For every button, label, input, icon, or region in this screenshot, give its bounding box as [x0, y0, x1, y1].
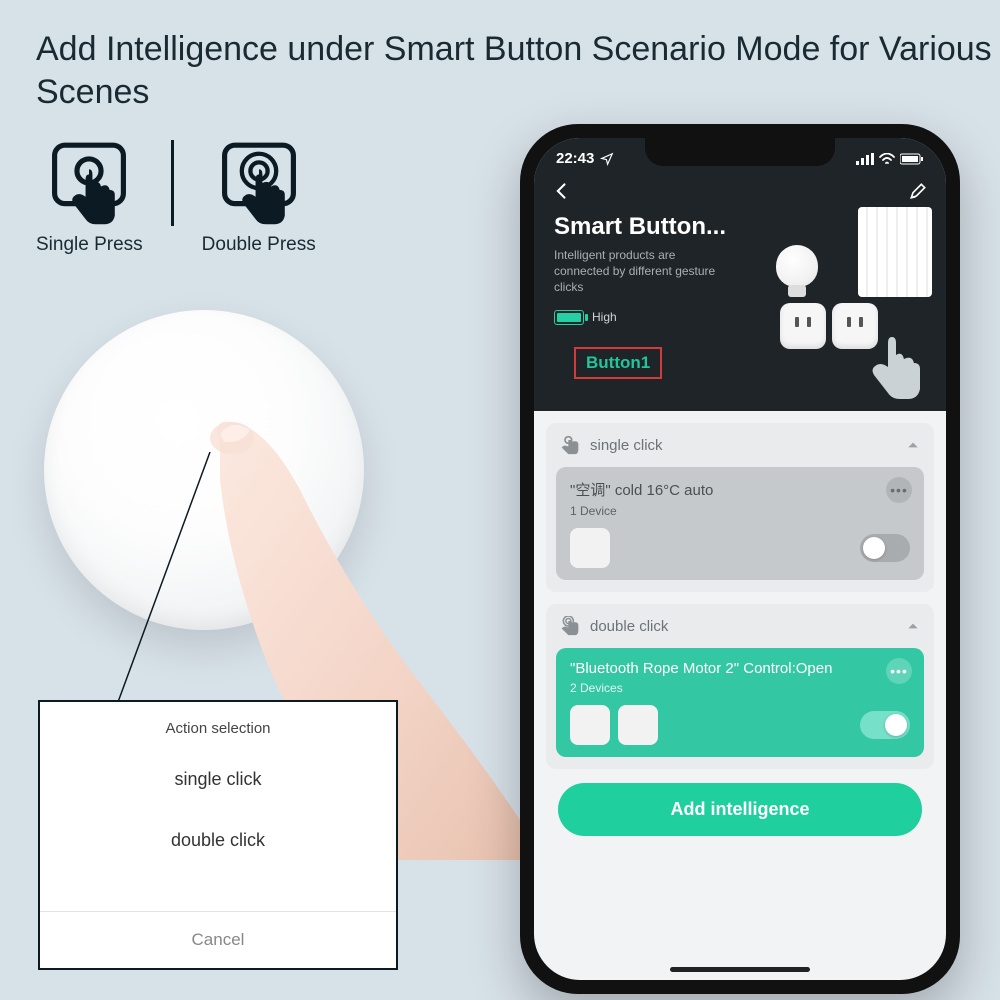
- smart-button-device: [44, 310, 364, 630]
- actions-list: single click ••• "空调" cold 16°C auto 1 D…: [534, 423, 946, 836]
- single-click-label: single click: [590, 437, 663, 454]
- single-click-section: single click ••• "空调" cold 16°C auto 1 D…: [546, 423, 934, 592]
- phone-notch: [645, 138, 835, 166]
- collapse-icon: [906, 438, 920, 452]
- edit-icon[interactable]: [908, 181, 928, 201]
- status-time: 22:43: [556, 150, 594, 167]
- card-title: "Bluetooth Rope Motor 2" Control:Open: [570, 660, 910, 677]
- device-thumb: [618, 705, 658, 745]
- phone-frame: 22:43 Smart Button... Intelligent produc…: [520, 124, 960, 994]
- hero-graphics: [732, 211, 932, 401]
- double-press-col: Double Press: [202, 140, 316, 256]
- popup-option-double[interactable]: double click: [40, 810, 396, 871]
- device-thumb: [570, 705, 610, 745]
- single-click-header[interactable]: single click: [546, 423, 934, 467]
- card-subtitle: 2 Devices: [570, 681, 910, 695]
- phone-screen: 22:43 Smart Button... Intelligent produc…: [534, 138, 946, 980]
- press-divider: [171, 140, 174, 226]
- curtain-illustration: [858, 207, 932, 297]
- double-press-label: Double Press: [202, 234, 316, 256]
- back-icon[interactable]: [552, 181, 572, 201]
- location-icon: [600, 152, 614, 166]
- double-click-section: double click ••• "Bluetooth Rope Motor 2…: [546, 604, 934, 769]
- wifi-icon: [879, 153, 895, 165]
- press-icons-row: Single Press Double Press: [36, 140, 316, 256]
- card-subtitle: 1 Device: [570, 504, 910, 518]
- double-click-card[interactable]: ••• "Bluetooth Rope Motor 2" Control:Ope…: [556, 648, 924, 757]
- single-press-col: Single Press: [36, 140, 143, 256]
- single-click-card[interactable]: ••• "空调" cold 16°C auto 1 Device: [556, 467, 924, 580]
- app-header-panel: 22:43 Smart Button... Intelligent produc…: [534, 138, 946, 411]
- battery-status-icon: [900, 153, 924, 165]
- double-press-icon: [216, 140, 302, 226]
- more-icon[interactable]: •••: [886, 477, 912, 503]
- double-click-label: double click: [590, 618, 668, 635]
- button1-tab[interactable]: Button1: [574, 347, 662, 379]
- double-click-header[interactable]: double click: [546, 604, 934, 648]
- popup-title: Action selection: [40, 702, 396, 749]
- tap-icon: [560, 435, 580, 455]
- plug-illustration: [780, 303, 826, 349]
- app-subtitle: Intelligent products are connected by di…: [554, 247, 724, 296]
- double-click-toggle[interactable]: [860, 711, 910, 739]
- page-heading: Add Intelligence under Smart Button Scen…: [36, 28, 1000, 113]
- add-intelligence-button[interactable]: Add intelligence: [558, 783, 922, 836]
- popup-option-single[interactable]: single click: [40, 749, 396, 810]
- collapse-icon: [906, 619, 920, 633]
- home-indicator[interactable]: [670, 967, 810, 972]
- pointing-hand-icon: [864, 331, 924, 401]
- device-battery-label: High: [592, 310, 617, 324]
- bulb-illustration: [776, 245, 818, 287]
- device-thumb: [570, 528, 610, 568]
- device-battery-icon: [554, 310, 584, 325]
- single-click-toggle[interactable]: [860, 534, 910, 562]
- card-title: "空调" cold 16°C auto: [570, 479, 910, 500]
- single-press-icon: [46, 140, 132, 226]
- signal-icon: [856, 153, 874, 165]
- double-tap-icon: [560, 616, 580, 636]
- popup-cancel[interactable]: Cancel: [40, 911, 396, 968]
- single-press-label: Single Press: [36, 234, 143, 256]
- action-selection-popup: Action selection single click double cli…: [38, 700, 398, 970]
